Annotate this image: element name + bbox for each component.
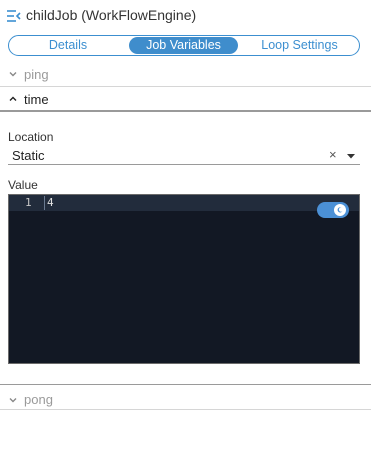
tab-loop-settings[interactable]: Loop Settings [240, 36, 359, 55]
value-label: Value [8, 178, 38, 192]
code-editor[interactable]: 1 4 [8, 194, 360, 364]
section-time[interactable]: time [0, 88, 371, 112]
location-value: Static [12, 148, 45, 163]
code-line[interactable]: 4 [47, 196, 54, 209]
cursor [44, 196, 45, 210]
menu-collapse-icon[interactable] [7, 10, 21, 22]
section-pong[interactable]: pong [0, 388, 371, 410]
active-line-highlight [9, 195, 359, 211]
section-ping-label: ping [24, 67, 49, 82]
theme-toggle[interactable] [317, 202, 349, 218]
location-label: Location [8, 130, 54, 144]
window-header: childJob (WorkFlowEngine) [0, 0, 371, 32]
chevron-down-icon [9, 398, 17, 403]
tab-details[interactable]: Details [9, 36, 127, 55]
line-number: 1 [25, 196, 32, 209]
tab-job-variables[interactable]: Job Variables [129, 37, 238, 54]
tab-bar: Details Job Variables Loop Settings [8, 35, 360, 56]
location-select[interactable]: Static × [8, 147, 360, 165]
section-pong-label: pong [24, 392, 53, 407]
section-ping[interactable]: ping [0, 63, 371, 87]
divider [0, 384, 371, 385]
section-time-label: time [24, 92, 49, 107]
window-title: childJob (WorkFlowEngine) [26, 7, 197, 23]
clear-icon[interactable]: × [329, 147, 337, 162]
dropdown-arrow-icon[interactable] [346, 152, 356, 160]
moon-icon [337, 207, 343, 213]
chevron-down-icon [9, 72, 17, 77]
chevron-up-icon [9, 96, 17, 101]
